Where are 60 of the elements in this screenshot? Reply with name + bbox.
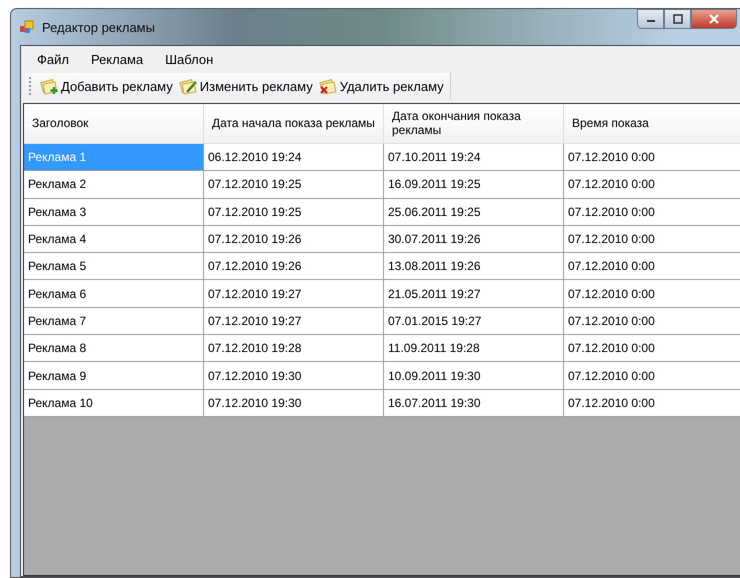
column-header[interactable]: Заголовок: [24, 104, 204, 144]
table-cell[interactable]: 30.07.2011 19:26: [384, 226, 564, 254]
table-cell[interactable]: 07.12.2010 0:00: [564, 253, 740, 280]
table-cell[interactable]: 13.08.2011 19:26: [384, 253, 564, 280]
table-cell[interactable]: 07.12.2010 19:27: [204, 280, 384, 308]
table-cell[interactable]: Реклама 4: [24, 226, 204, 254]
notes-pencil-icon: [178, 77, 199, 95]
menu-item[interactable]: Файл: [29, 50, 77, 69]
table-cell[interactable]: Реклама 5: [24, 253, 204, 280]
toolbar-button[interactable]: Добавить рекламу: [38, 76, 175, 96]
menu-item[interactable]: Шаблон: [157, 50, 222, 69]
table-cell[interactable]: 07.12.2010 0:00: [564, 226, 740, 254]
table-cell[interactable]: 07.01.2015 19:27: [384, 308, 564, 336]
table-cell[interactable]: 07.10.2011 19:24: [384, 144, 564, 172]
table-cell[interactable]: Реклама 10: [24, 390, 204, 417]
table-cell[interactable]: 07.12.2010 19:28: [204, 335, 384, 362]
close-icon: [708, 14, 720, 24]
maximize-button[interactable]: [664, 9, 691, 29]
table-cell[interactable]: Реклама 3: [24, 198, 204, 226]
toolbar-button[interactable]: Удалить рекламу: [316, 76, 446, 96]
column-header[interactable]: Дата окончания показа рекламы: [384, 104, 564, 144]
table-cell[interactable]: 07.12.2010 19:27: [204, 308, 384, 336]
menu-item[interactable]: Реклама: [82, 50, 152, 69]
table-cell[interactable]: Реклама 7: [24, 308, 204, 336]
table-cell[interactable]: 25.06.2011 19:25: [384, 198, 564, 226]
column-header[interactable]: Дата начала показа рекламы: [204, 104, 384, 144]
minimize-button[interactable]: [637, 9, 664, 29]
table-cell[interactable]: 11.09.2011 19:28: [384, 335, 564, 362]
table-cell[interactable]: 07.12.2010 19:30: [204, 362, 384, 390]
toolbar-grip-icon: [29, 76, 32, 96]
column-header[interactable]: Время показа: [564, 104, 740, 144]
table-cell[interactable]: 06.12.2010 19:24: [204, 144, 384, 172]
table-cell[interactable]: 07.12.2010 0:00: [564, 308, 740, 336]
table-cell[interactable]: 16.07.2011 19:30: [384, 390, 564, 417]
table-cell[interactable]: 07.12.2010 19:26: [204, 253, 384, 280]
table-cell[interactable]: 07.12.2010 19:25: [204, 171, 384, 199]
close-button[interactable]: [691, 9, 737, 29]
table-cell[interactable]: 07.12.2010 0:00: [564, 171, 740, 199]
table-cell[interactable]: Реклама 8: [24, 335, 204, 362]
table-cell[interactable]: 07.12.2010 0:00: [564, 335, 740, 362]
table-cell[interactable]: 10.09.2011 19:30: [384, 362, 564, 390]
table-cell[interactable]: Реклама 9: [24, 362, 204, 390]
table-cell[interactable]: 07.12.2010 0:00: [564, 198, 740, 226]
maximize-icon: [672, 14, 684, 24]
notes-plus-icon: [40, 77, 60, 95]
table-cell[interactable]: 07.12.2010 19:30: [204, 390, 384, 417]
table-cell[interactable]: 07.12.2010 0:00: [564, 390, 740, 417]
table-cell[interactable]: Реклама 6: [24, 280, 204, 308]
notes-cross-icon: [318, 77, 339, 95]
table-cell[interactable]: 16.09.2011 19:25: [384, 171, 564, 199]
table-cell[interactable]: 07.12.2010 19:26: [204, 226, 384, 254]
table-cell[interactable]: 07.12.2010 19:25: [204, 198, 384, 226]
window-title: Редактор рекламы: [42, 20, 155, 34]
table-cell[interactable]: Реклама 2: [24, 171, 204, 199]
table-cell[interactable]: 07.12.2010 0:00: [564, 362, 740, 390]
toolbar-button[interactable]: Изменить рекламу: [176, 76, 315, 96]
table-cell[interactable]: 21.05.2011 19:27: [384, 280, 564, 308]
app-icon: [20, 20, 34, 34]
table-cell[interactable]: 07.12.2010 0:00: [564, 144, 740, 172]
table-cell[interactable]: 07.12.2010 0:00: [564, 280, 740, 308]
